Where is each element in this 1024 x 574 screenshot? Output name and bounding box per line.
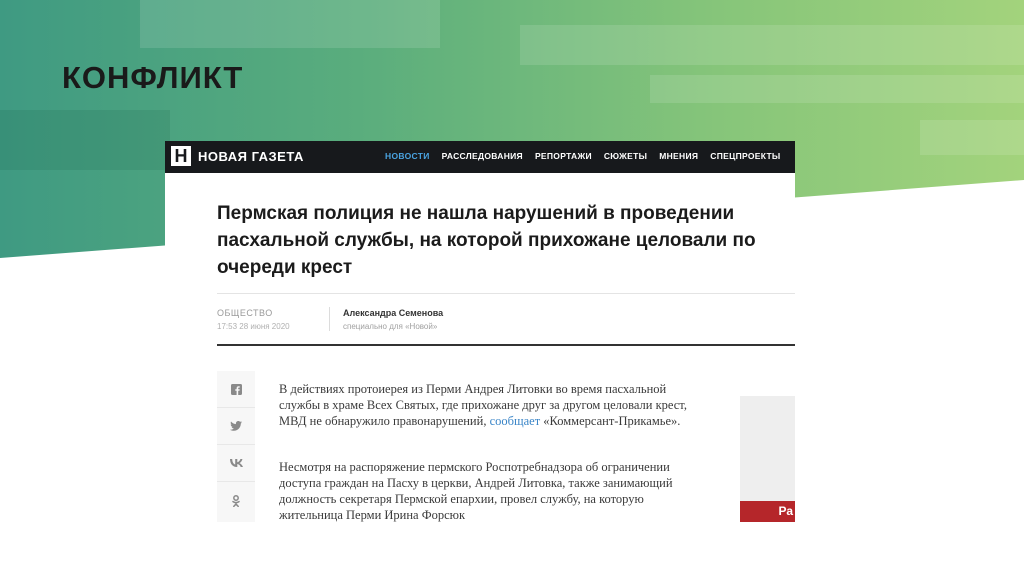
bg-stripe (0, 110, 170, 170)
nav-item-special-projects[interactable]: СПЕЦПРОЕКТЫ (710, 151, 780, 161)
share-ok-button[interactable] (217, 482, 255, 519)
article-author-role: специально для «Новой» (343, 322, 438, 331)
divider (329, 307, 330, 331)
bg-stripe (140, 0, 440, 48)
article-author[interactable]: Александра Семенова (343, 308, 443, 318)
site-navbar: Н НОВАЯ ГАЗЕТА НОВОСТИ РАССЛЕДОВАНИЯ РЕП… (165, 141, 795, 173)
divider (217, 293, 795, 294)
article-date: 17:53 28 июня 2020 (217, 322, 290, 331)
article-paragraph: Несмотря на распоряжение пермского Роспо… (279, 460, 673, 522)
nav-item-reports[interactable]: РЕПОРТАЖИ (535, 151, 592, 161)
odnoklassniki-icon (232, 494, 240, 507)
article-category[interactable]: ОБЩЕСТВО (217, 308, 273, 318)
share-vk-button[interactable] (217, 445, 255, 482)
paragraph-text: «Коммерсант-Прикамье». (540, 414, 681, 428)
nav-item-news[interactable]: НОВОСТИ (385, 151, 430, 161)
bg-stripe (920, 120, 1024, 155)
source-link[interactable]: сообщает (490, 414, 541, 428)
share-twitter-button[interactable] (217, 408, 255, 445)
divider (217, 344, 795, 346)
twitter-icon (230, 421, 242, 431)
vk-icon (229, 459, 243, 467)
ad-label[interactable]: Ра (740, 501, 795, 522)
article-screenshot: Н НОВАЯ ГАЗЕТА НОВОСТИ РАССЛЕДОВАНИЯ РЕП… (165, 141, 795, 522)
nav-item-opinions[interactable]: МНЕНИЯ (659, 151, 698, 161)
nav-item-investigations[interactable]: РАССЛЕДОВАНИЯ (442, 151, 523, 161)
bg-stripe (650, 75, 1024, 103)
bg-stripe (520, 25, 1024, 65)
site-logo-text[interactable]: НОВАЯ ГАЗЕТА (198, 149, 304, 164)
share-panel (217, 371, 255, 522)
share-facebook-button[interactable] (217, 371, 255, 408)
nav-item-stories[interactable]: СЮЖЕТЫ (604, 151, 647, 161)
facebook-icon (230, 383, 242, 395)
slide-title: КОНФЛИКТ (62, 60, 244, 95)
site-logo[interactable]: Н (171, 146, 191, 166)
article-paragraph: В действиях протоиерея из Перми Андрея Л… (279, 381, 689, 429)
site-nav: НОВОСТИ РАССЛЕДОВАНИЯ РЕПОРТАЖИ СЮЖЕТЫ М… (385, 151, 781, 161)
article-headline: Пермская полиция не нашла нарушений в пр… (217, 203, 756, 278)
